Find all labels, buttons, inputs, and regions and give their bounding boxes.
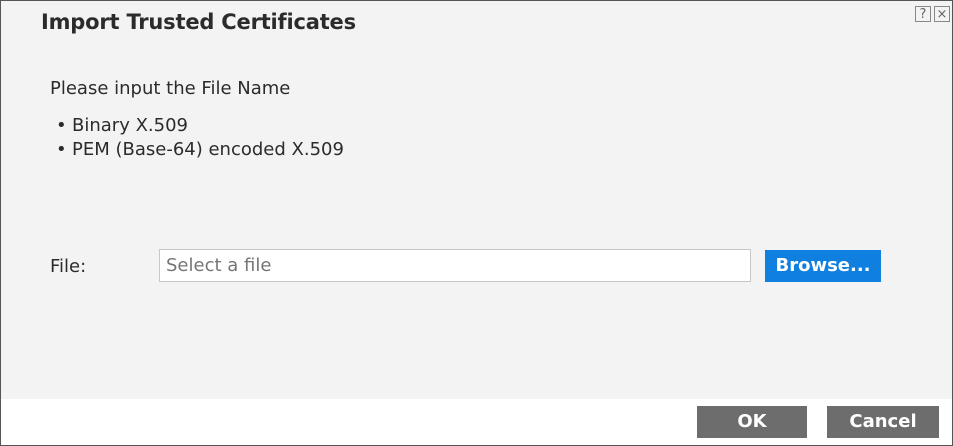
help-icon[interactable]: ? [915,6,931,22]
list-item: • PEM (Base-64) encoded X.509 [56,138,344,162]
cancel-button[interactable]: Cancel [827,406,939,438]
title-bar-icons: ? × [915,6,950,22]
file-path-input[interactable] [159,249,751,282]
bullet-icon: • [56,139,67,160]
list-item: • Binary X.509 [56,114,344,138]
dialog-title: Import Trusted Certificates [41,10,356,34]
file-name-prompt: Please input the File Name [50,78,291,99]
import-trusted-certificates-dialog: Import Trusted Certificates ? × Please i… [0,0,953,446]
format-list: • Binary X.509 • PEM (Base-64) encoded X.5… [56,114,344,162]
format-label: PEM (Base-64) encoded X.509 [72,139,344,160]
browse-button[interactable]: Browse... [765,250,881,282]
close-icon[interactable]: × [934,6,950,22]
format-label: Binary X.509 [72,115,188,136]
bullet-icon: • [56,115,67,136]
ok-button[interactable]: OK [697,406,807,438]
file-label: File: [50,256,87,277]
dialog-body: Import Trusted Certificates ? × Please i… [1,1,952,399]
